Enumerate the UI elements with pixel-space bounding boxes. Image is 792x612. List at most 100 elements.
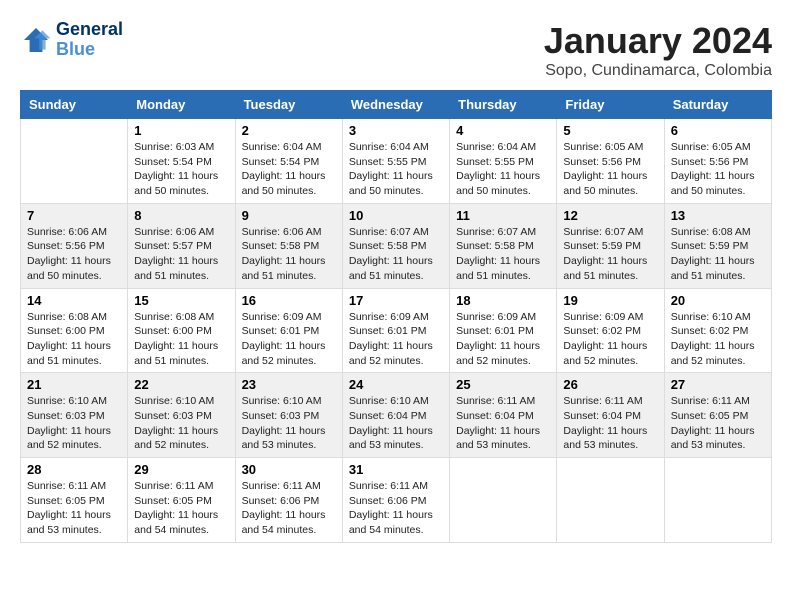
calendar-week: 21 Sunrise: 6:10 AMSunset: 6:03 PMDayligh… bbox=[21, 373, 772, 458]
day-info: Sunrise: 6:08 AMSunset: 6:00 PMDaylight:… bbox=[134, 310, 228, 369]
day-number: 27 bbox=[671, 377, 765, 392]
empty-day bbox=[21, 119, 128, 204]
calendar-day: 17 Sunrise: 6:09 AMSunset: 6:01 PMDayligh… bbox=[342, 288, 449, 373]
calendar-header: SundayMondayTuesdayWednesdayThursdayFrid… bbox=[21, 91, 772, 119]
header-day: Saturday bbox=[664, 91, 771, 119]
calendar-day: 22 Sunrise: 6:10 AMSunset: 6:03 PMDayligh… bbox=[128, 373, 235, 458]
calendar-table: SundayMondayTuesdayWednesdayThursdayFrid… bbox=[20, 90, 772, 543]
calendar-day: 7 Sunrise: 6:06 AMSunset: 5:56 PMDaylight… bbox=[21, 203, 128, 288]
day-info: Sunrise: 6:05 AMSunset: 5:56 PMDaylight:… bbox=[671, 140, 765, 199]
day-number: 22 bbox=[134, 377, 228, 392]
calendar-day: 5Sunrise: 6:05 AMSunset: 5:56 PMDaylight… bbox=[557, 119, 664, 204]
day-number: 20 bbox=[671, 293, 765, 308]
calendar-day: 6 Sunrise: 6:05 AMSunset: 5:56 PMDaylight… bbox=[664, 119, 771, 204]
header-day: Friday bbox=[557, 91, 664, 119]
header-day: Monday bbox=[128, 91, 235, 119]
day-number: 14 bbox=[27, 293, 121, 308]
day-number: 3 bbox=[349, 123, 443, 138]
day-info: Sunrise: 6:03 AMSunset: 5:54 PMDaylight:… bbox=[134, 140, 228, 199]
day-info: Sunrise: 6:11 AMSunset: 6:04 PMDaylight:… bbox=[456, 394, 550, 453]
day-number: 6 bbox=[671, 123, 765, 138]
day-number: 13 bbox=[671, 208, 765, 223]
calendar-day: 30Sunrise: 6:11 AMSunset: 6:06 PMDayligh… bbox=[235, 458, 342, 543]
header-day: Tuesday bbox=[235, 91, 342, 119]
title-block: January 2024 Sopo, Cundinamarca, Colombi… bbox=[544, 20, 772, 80]
calendar-day: 21 Sunrise: 6:10 AMSunset: 6:03 PMDayligh… bbox=[21, 373, 128, 458]
day-number: 30 bbox=[242, 462, 336, 477]
logo-line1: General bbox=[56, 20, 123, 40]
calendar-day: 8 Sunrise: 6:06 AMSunset: 5:57 PMDaylight… bbox=[128, 203, 235, 288]
calendar-day: 23 Sunrise: 6:10 AMSunset: 6:03 PMDayligh… bbox=[235, 373, 342, 458]
day-number: 18 bbox=[456, 293, 550, 308]
day-info: Sunrise: 6:05 AMSunset: 5:56 PMDaylight:… bbox=[563, 140, 657, 199]
day-info: Sunrise: 6:11 AMSunset: 6:05 PMDaylight:… bbox=[27, 479, 121, 538]
day-number: 31 bbox=[349, 462, 443, 477]
day-number: 29 bbox=[134, 462, 228, 477]
calendar-week: 7 Sunrise: 6:06 AMSunset: 5:56 PMDaylight… bbox=[21, 203, 772, 288]
day-number: 16 bbox=[242, 293, 336, 308]
page-header: General Blue January 2024 Sopo, Cundinam… bbox=[20, 20, 772, 80]
day-info: Sunrise: 6:11 AMSunset: 6:06 PMDaylight:… bbox=[349, 479, 443, 538]
header-row: SundayMondayTuesdayWednesdayThursdayFrid… bbox=[21, 91, 772, 119]
logo-text: General Blue bbox=[56, 20, 123, 60]
calendar-day: 16 Sunrise: 6:09 AMSunset: 6:01 PMDayligh… bbox=[235, 288, 342, 373]
day-number: 1 bbox=[134, 123, 228, 138]
day-info: Sunrise: 6:10 AMSunset: 6:04 PMDaylight:… bbox=[349, 394, 443, 453]
header-day: Thursday bbox=[450, 91, 557, 119]
day-number: 9 bbox=[242, 208, 336, 223]
calendar-day: 26 Sunrise: 6:11 AMSunset: 6:04 PMDayligh… bbox=[557, 373, 664, 458]
day-info: Sunrise: 6:09 AMSunset: 6:01 PMDaylight:… bbox=[242, 310, 336, 369]
day-number: 26 bbox=[563, 377, 657, 392]
calendar-day: 4 Sunrise: 6:04 AMSunset: 5:55 PMDaylight… bbox=[450, 119, 557, 204]
day-number: 19 bbox=[563, 293, 657, 308]
day-number: 15 bbox=[134, 293, 228, 308]
calendar-day: 11 Sunrise: 6:07 AMSunset: 5:58 PMDayligh… bbox=[450, 203, 557, 288]
day-info: Sunrise: 6:10 AMSunset: 6:03 PMDaylight:… bbox=[242, 394, 336, 453]
day-number: 11 bbox=[456, 208, 550, 223]
calendar-day: 1 Sunrise: 6:03 AMSunset: 5:54 PMDaylight… bbox=[128, 119, 235, 204]
day-info: Sunrise: 6:09 AMSunset: 6:02 PMDaylight:… bbox=[563, 310, 657, 369]
calendar-day: 15 Sunrise: 6:08 AMSunset: 6:00 PMDayligh… bbox=[128, 288, 235, 373]
empty-day bbox=[557, 458, 664, 543]
day-number: 4 bbox=[456, 123, 550, 138]
day-info: Sunrise: 6:11 AMSunset: 6:05 PMDaylight:… bbox=[671, 394, 765, 453]
header-day: Sunday bbox=[21, 91, 128, 119]
calendar-day: 19 Sunrise: 6:09 AMSunset: 6:02 PMDayligh… bbox=[557, 288, 664, 373]
calendar-week: 14 Sunrise: 6:08 AMSunset: 6:00 PMDayligh… bbox=[21, 288, 772, 373]
day-info: Sunrise: 6:07 AMSunset: 5:58 PMDaylight:… bbox=[456, 225, 550, 284]
calendar-week: 28 Sunrise: 6:11 AMSunset: 6:05 PMDayligh… bbox=[21, 458, 772, 543]
day-info: Sunrise: 6:09 AMSunset: 6:01 PMDaylight:… bbox=[456, 310, 550, 369]
day-info: Sunrise: 6:06 AMSunset: 5:57 PMDaylight:… bbox=[134, 225, 228, 284]
day-number: 7 bbox=[27, 208, 121, 223]
calendar-day: 18 Sunrise: 6:09 AMSunset: 6:01 PMDayligh… bbox=[450, 288, 557, 373]
calendar-day: 3 Sunrise: 6:04 AMSunset: 5:55 PMDaylight… bbox=[342, 119, 449, 204]
day-info: Sunrise: 6:04 AMSunset: 5:54 PMDaylight:… bbox=[242, 140, 336, 199]
calendar-day: 12Sunrise: 6:07 AMSunset: 5:59 PMDayligh… bbox=[557, 203, 664, 288]
calendar-day: 25 Sunrise: 6:11 AMSunset: 6:04 PMDayligh… bbox=[450, 373, 557, 458]
day-number: 8 bbox=[134, 208, 228, 223]
day-info: Sunrise: 6:10 AMSunset: 6:03 PMDaylight:… bbox=[134, 394, 228, 453]
day-info: Sunrise: 6:10 AMSunset: 6:03 PMDaylight:… bbox=[27, 394, 121, 453]
day-number: 24 bbox=[349, 377, 443, 392]
day-info: Sunrise: 6:06 AMSunset: 5:56 PMDaylight:… bbox=[27, 225, 121, 284]
day-info: Sunrise: 6:11 AMSunset: 6:05 PMDaylight:… bbox=[134, 479, 228, 538]
calendar-day: 24 Sunrise: 6:10 AMSunset: 6:04 PMDayligh… bbox=[342, 373, 449, 458]
logo: General Blue bbox=[20, 20, 123, 60]
day-number: 28 bbox=[27, 462, 121, 477]
day-number: 17 bbox=[349, 293, 443, 308]
calendar-day: 9 Sunrise: 6:06 AMSunset: 5:58 PMDaylight… bbox=[235, 203, 342, 288]
day-info: Sunrise: 6:04 AMSunset: 5:55 PMDaylight:… bbox=[349, 140, 443, 199]
calendar-day: 13 Sunrise: 6:08 AMSunset: 5:59 PMDayligh… bbox=[664, 203, 771, 288]
logo-icon bbox=[20, 24, 52, 56]
calendar-body: 1 Sunrise: 6:03 AMSunset: 5:54 PMDaylight… bbox=[21, 119, 772, 543]
day-number: 10 bbox=[349, 208, 443, 223]
day-number: 25 bbox=[456, 377, 550, 392]
day-info: Sunrise: 6:09 AMSunset: 6:01 PMDaylight:… bbox=[349, 310, 443, 369]
day-number: 23 bbox=[242, 377, 336, 392]
day-info: Sunrise: 6:04 AMSunset: 5:55 PMDaylight:… bbox=[456, 140, 550, 199]
day-info: Sunrise: 6:08 AMSunset: 5:59 PMDaylight:… bbox=[671, 225, 765, 284]
day-number: 21 bbox=[27, 377, 121, 392]
day-info: Sunrise: 6:11 AMSunset: 6:04 PMDaylight:… bbox=[563, 394, 657, 453]
calendar-day: 14Sunrise: 6:08 AMSunset: 6:00 PMDayligh… bbox=[21, 288, 128, 373]
day-info: Sunrise: 6:06 AMSunset: 5:58 PMDaylight:… bbox=[242, 225, 336, 284]
